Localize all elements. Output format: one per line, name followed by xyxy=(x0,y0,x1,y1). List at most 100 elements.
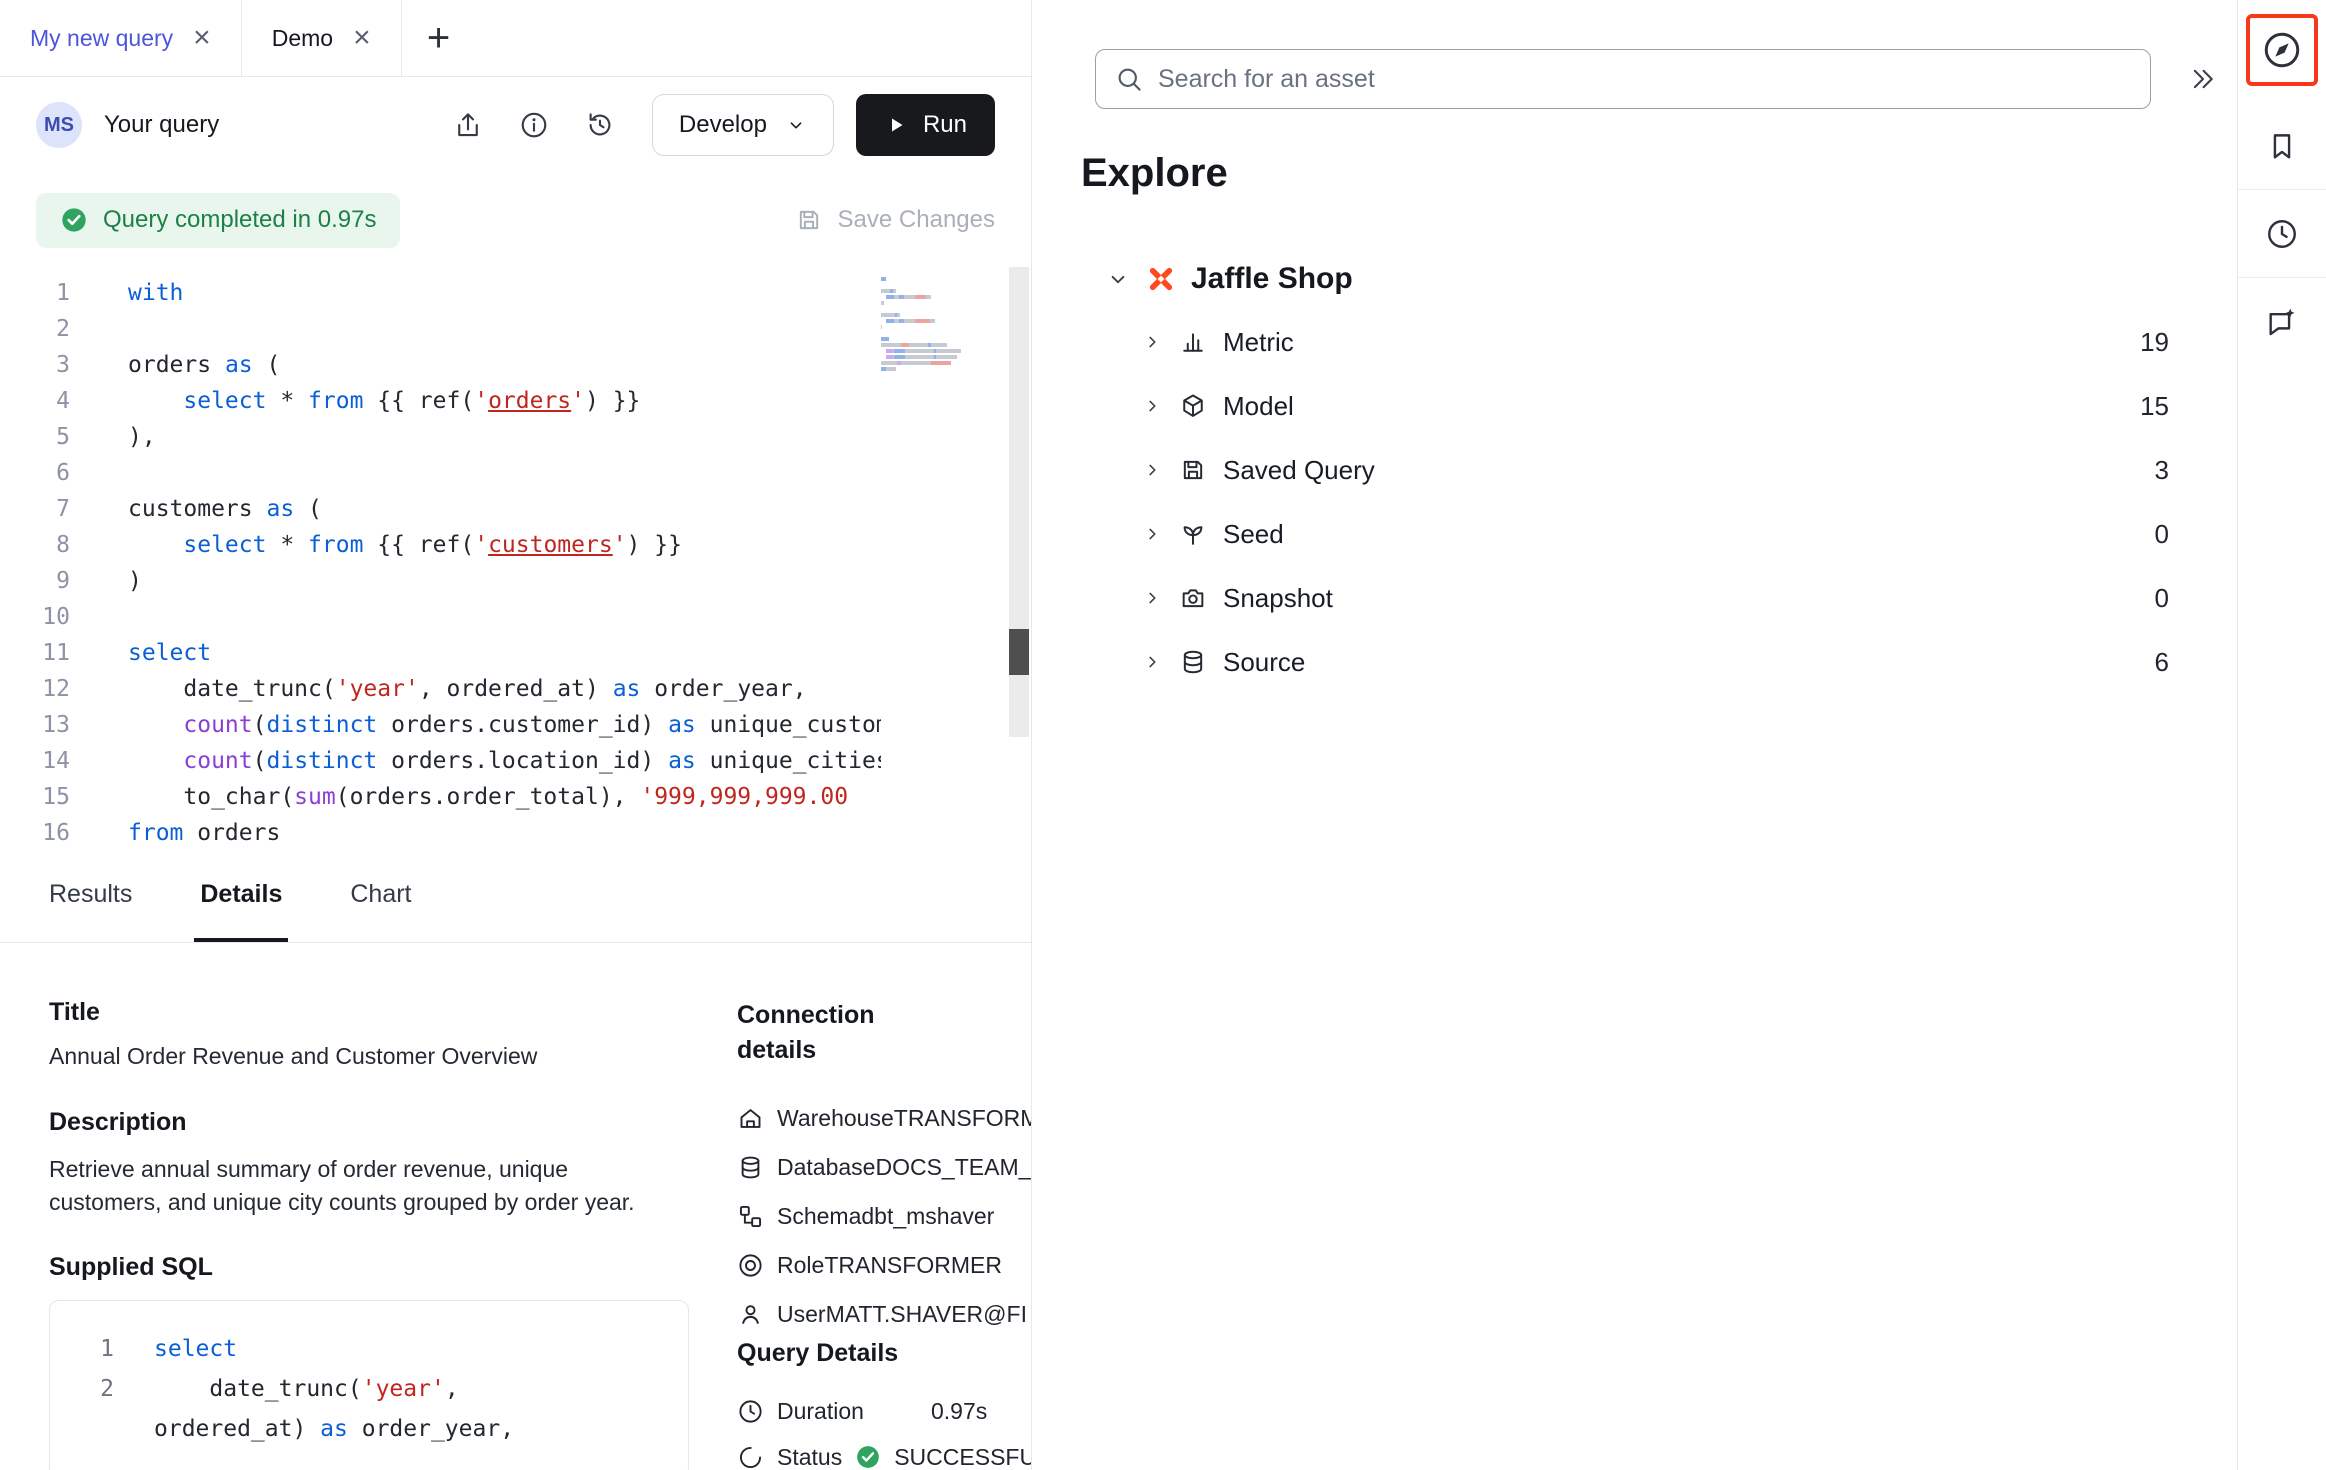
code-line: 5), xyxy=(0,419,1031,455)
bookmark-rail-button[interactable] xyxy=(2260,124,2304,168)
tab-results[interactable]: Results xyxy=(43,847,138,942)
tab-bar: My new query×Demo× + xyxy=(0,0,1031,77)
status-row: Query completed in 0.97s Save Changes xyxy=(0,173,1031,267)
supplied-sql-heading: Supplied SQL xyxy=(49,1253,689,1282)
connection-label: User xyxy=(777,1301,826,1328)
connection-item-database: DatabaseDOCS_TEAM_ xyxy=(737,1143,1031,1192)
database-icon xyxy=(737,1154,764,1181)
code-line: 7customers as ( xyxy=(0,491,1031,527)
version-history-button[interactable] xyxy=(580,105,620,145)
sql-editor[interactable]: 1with23orders as (4 select * from {{ ref… xyxy=(0,267,1031,847)
scrollbar-thumb[interactable] xyxy=(1009,629,1029,675)
editor-minimap xyxy=(881,275,1003,835)
connection-value: TRANSFORMER xyxy=(894,1105,1031,1132)
develop-dropdown[interactable]: Develop xyxy=(652,94,834,156)
seed-icon xyxy=(1179,520,1207,548)
tab-my-new-query[interactable]: My new query × xyxy=(0,0,242,76)
tree-item-seed[interactable]: Seed 0 xyxy=(1105,502,2169,566)
connection-details-list: WarehouseTRANSFORMERDatabaseDOCS_TEAM_Sc… xyxy=(737,1094,1031,1339)
status-row-detail: Status SUCCESSFUL xyxy=(737,1434,1031,1470)
code-line: 14 count(distinct orders.location_id) as… xyxy=(0,743,1031,779)
results-tab-bar: Results Details Chart xyxy=(0,847,1031,943)
asset-search-input[interactable] xyxy=(1158,65,2132,94)
explore-heading: Explore xyxy=(1081,151,2237,196)
chevron-down-icon xyxy=(785,114,807,136)
collapse-panel-button[interactable] xyxy=(2181,57,2225,101)
new-tab-button[interactable]: + xyxy=(402,0,476,76)
tree-item-model[interactable]: Model15 xyxy=(1105,374,2169,438)
duration-clock-icon xyxy=(737,1398,764,1425)
run-button[interactable]: Run xyxy=(856,94,995,156)
save-icon xyxy=(795,206,823,234)
chevron-right-icon xyxy=(1141,587,1163,609)
info-icon xyxy=(519,110,549,140)
project-name: Jaffle Shop xyxy=(1191,262,1353,296)
save-changes-button[interactable]: Save Changes xyxy=(795,206,995,234)
feedback-sparkle-icon xyxy=(2265,305,2299,339)
close-tab-icon[interactable]: × xyxy=(193,23,211,53)
editor-scrollbar[interactable] xyxy=(1009,267,1029,737)
connection-item-schema: Schemadbt_mshaver xyxy=(737,1192,1031,1241)
share-icon xyxy=(453,110,483,140)
chevron-right-icon xyxy=(1141,459,1163,481)
line-number: 16 xyxy=(0,815,70,847)
tree-item-source[interactable]: Source6 xyxy=(1105,630,2169,694)
connection-label: Database xyxy=(777,1154,875,1181)
info-button[interactable] xyxy=(514,105,554,145)
search-row xyxy=(1032,0,2237,109)
tree-item-snapshot[interactable]: Snapshot0 xyxy=(1105,566,2169,630)
explore-compass-rail-button[interactable] xyxy=(2246,14,2318,86)
chevron-right-icon xyxy=(1141,331,1163,353)
sql-line: 1select xyxy=(50,1329,664,1369)
line-number: 2 xyxy=(50,1369,114,1409)
tree-item-count: 0 xyxy=(2155,519,2169,550)
title-value: Annual Order Revenue and Customer Overvi… xyxy=(49,1043,689,1070)
app-root: My new query×Demo× + MS Your query Devel… xyxy=(0,0,2326,1470)
tab-chart[interactable]: Chart xyxy=(344,847,417,942)
right-rail xyxy=(2237,0,2326,1470)
search-icon xyxy=(1114,64,1144,94)
project-row-jaffle-shop[interactable]: Jaffle Shop xyxy=(1105,248,2169,310)
tree-item-count: 15 xyxy=(2140,391,2169,422)
status-check-icon xyxy=(855,1444,881,1470)
tab-demo[interactable]: Demo× xyxy=(242,0,402,76)
user-icon xyxy=(737,1301,764,1328)
line-number: 12 xyxy=(0,671,70,707)
connection-label: Warehouse xyxy=(777,1105,894,1132)
snapshot-icon xyxy=(1179,584,1207,612)
code-line: 15 to_char(sum(orders.order_total), '999… xyxy=(0,779,1031,815)
save-changes-label: Save Changes xyxy=(838,206,995,234)
explore-panel: Explore Jaffle Shop Metric19Model15Saved… xyxy=(1032,0,2237,1470)
code-line: 8 select * from {{ ref('customers') }} xyxy=(0,527,1031,563)
line-number: 7 xyxy=(0,491,70,527)
close-tab-icon[interactable]: × xyxy=(353,23,371,53)
code-lines: 1with23orders as (4 select * from {{ ref… xyxy=(0,275,1031,847)
tree-item-metric[interactable]: Metric19 xyxy=(1105,310,2169,374)
connection-value: dbt_mshaver xyxy=(861,1203,994,1230)
connection-value: TRANSFORMER xyxy=(824,1252,1002,1279)
code-line: 13 count(distinct orders.customer_id) as… xyxy=(0,707,1031,743)
share-button[interactable] xyxy=(448,105,488,145)
connection-details-heading: Connection details xyxy=(737,998,947,1068)
query-header: MS Your query Develop Run xyxy=(0,77,1031,173)
tab-label: My new query xyxy=(30,25,173,52)
status-label: Status xyxy=(777,1444,842,1470)
connection-item-user: UserMATT.SHAVER@FI xyxy=(737,1290,1031,1339)
rail-divider xyxy=(2238,189,2326,190)
tree-item-label: Seed xyxy=(1223,519,1284,550)
tab-details[interactable]: Details xyxy=(194,847,288,942)
chevron-right-icon xyxy=(1141,651,1163,673)
role-icon xyxy=(737,1252,764,1279)
play-icon xyxy=(884,113,908,137)
duration-row: Duration 0.97s xyxy=(737,1388,1031,1434)
tree-item-saved-query[interactable]: Saved Query3 xyxy=(1105,438,2169,502)
develop-label: Develop xyxy=(679,111,767,139)
description-value: Retrieve annual summary of order revenue… xyxy=(49,1153,659,1219)
line-number: 13 xyxy=(0,707,70,743)
warehouse-icon xyxy=(737,1105,764,1132)
model-icon xyxy=(1179,392,1207,420)
history-clock-rail-button[interactable] xyxy=(2260,212,2304,256)
line-number: 1 xyxy=(50,1329,114,1369)
feedback-sparkle-rail-button[interactable] xyxy=(2260,300,2304,344)
metric-icon xyxy=(1179,328,1207,356)
